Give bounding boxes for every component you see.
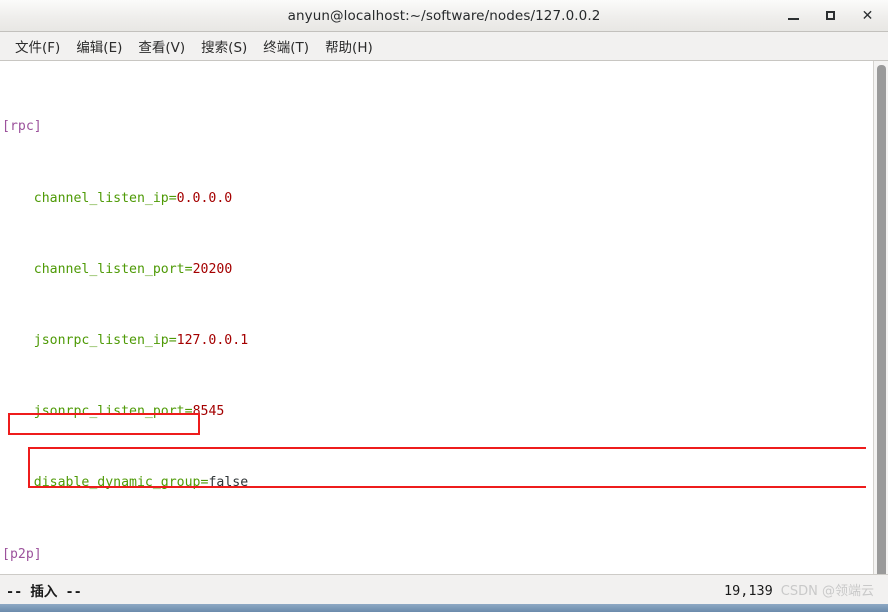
line-p2p-header: [p2p] (2, 546, 873, 564)
line-channel-listen-ip: channel_listen_ip=0.0.0.0 (2, 190, 873, 208)
close-button[interactable]: ✕ (859, 7, 876, 24)
title-bar: anyun@localhost:~/software/nodes/127.0.0… (0, 0, 888, 32)
terminal-text-buffer[interactable]: [rpc] channel_listen_ip=0.0.0.0 channel_… (0, 61, 873, 574)
section-p2p: [p2p] (2, 546, 42, 562)
key-channel-listen-ip: channel_listen_ip= (2, 190, 177, 206)
window-controls: ✕ (785, 7, 888, 24)
close-icon: ✕ (861, 7, 874, 24)
line-jsonrpc-listen-ip: jsonrpc_listen_ip=127.0.0.1 (2, 332, 873, 350)
status-right-group: 19,139 CSDN @领端云 (724, 580, 874, 599)
desktop-background-strip (0, 604, 888, 612)
line-jsonrpc-listen-port: jsonrpc_listen_port=8545 (2, 403, 873, 421)
value-jsonrpc-listen-ip: 127.0.0.1 (176, 332, 249, 348)
minimize-icon (788, 18, 799, 20)
line-channel-listen-port: channel_listen_port=20200 (2, 261, 873, 279)
vim-mode-indicator: -- 插入 -- (6, 583, 82, 600)
value-jsonrpc-listen-port: 8545 (192, 404, 225, 420)
key-jsonrpc-listen-port: jsonrpc_listen_port= (2, 404, 193, 420)
menu-file[interactable]: 文件(F) (7, 33, 68, 59)
line-rpc-header: [rpc] (2, 118, 873, 136)
scrollbar-thumb[interactable] (877, 65, 886, 574)
menu-edit[interactable]: 编辑(E) (68, 33, 130, 59)
maximize-icon (826, 11, 835, 20)
maximize-button[interactable] (822, 7, 839, 24)
section-rpc: [rpc] (2, 119, 42, 135)
key-disable-dynamic-group: disable_dynamic_group= (2, 475, 209, 491)
menu-terminal[interactable]: 终端(T) (255, 33, 317, 59)
value-channel-listen-port: 20200 (192, 261, 233, 277)
value-channel-listen-ip: 0.0.0.0 (176, 190, 233, 206)
menu-search[interactable]: 搜索(S) (193, 33, 255, 59)
status-bar: -- 插入 -- 19,139 CSDN @领端云 (0, 574, 888, 604)
minimize-button[interactable] (785, 7, 802, 24)
terminal-area: [rpc] channel_listen_ip=0.0.0.0 channel_… (0, 61, 888, 574)
line-disable-dynamic-group: disable_dynamic_group=false (2, 474, 873, 492)
menu-help[interactable]: 帮助(H) (317, 33, 381, 59)
terminal-window: anyun@localhost:~/software/nodes/127.0.0… (0, 0, 888, 612)
value-disable-dynamic-group: false (208, 475, 249, 491)
vertical-scrollbar[interactable] (873, 61, 888, 574)
menu-bar: 文件(F) 编辑(E) 查看(V) 搜索(S) 终端(T) 帮助(H) (0, 32, 888, 61)
key-channel-listen-port: channel_listen_port= (2, 261, 193, 277)
menu-view[interactable]: 查看(V) (130, 33, 193, 59)
key-jsonrpc-listen-ip: jsonrpc_listen_ip= (2, 332, 177, 348)
window-title: anyun@localhost:~/software/nodes/127.0.0… (287, 7, 601, 24)
csdn-watermark: CSDN @领端云 (780, 584, 874, 599)
cursor-position: 19,139 (724, 583, 773, 599)
